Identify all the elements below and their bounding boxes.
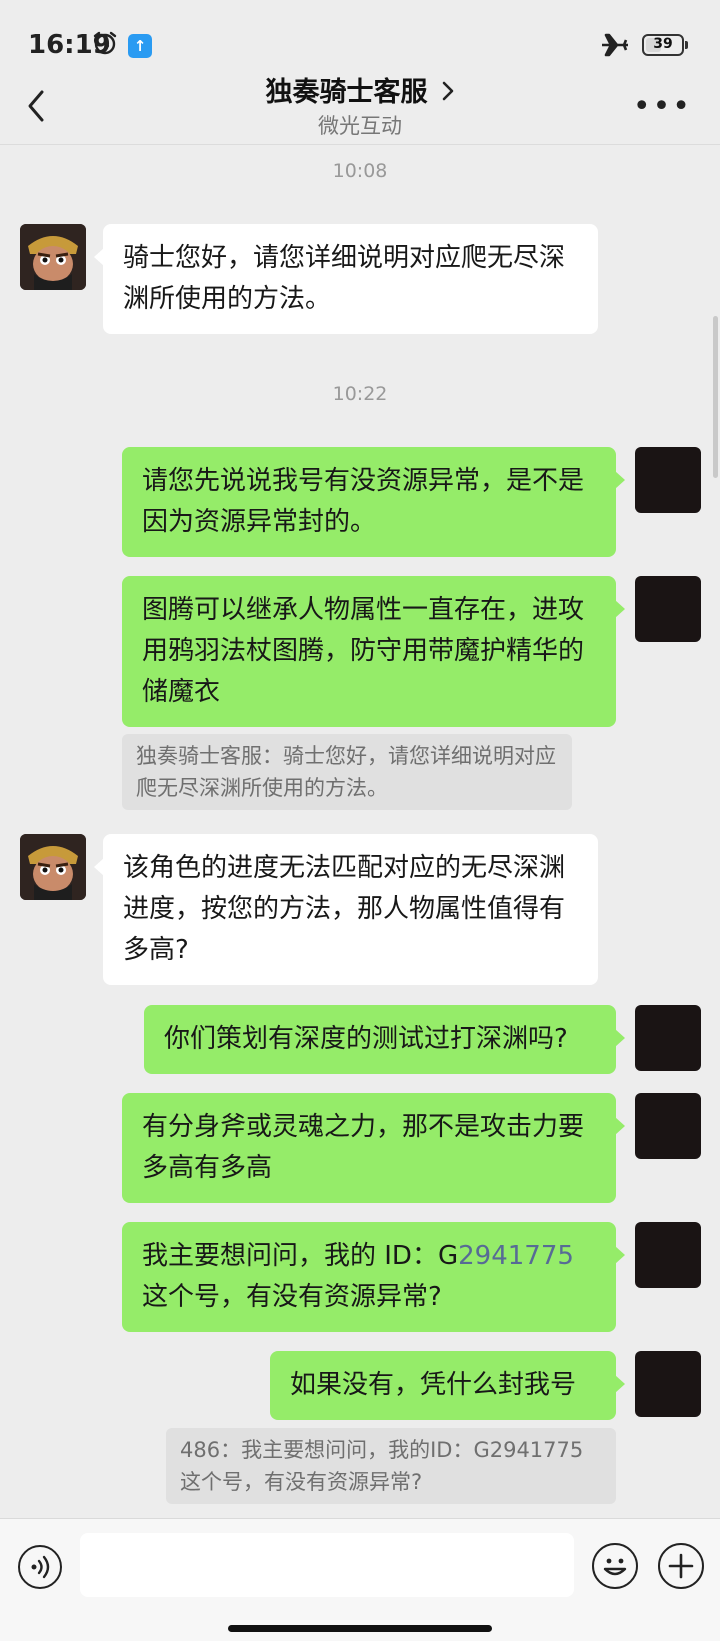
chat-subtitle: 微光互动 [318,114,402,138]
timestamp: 10:22 [332,383,388,405]
message-bubble-incoming[interactable]: 该角色的进度无法匹配对应的无尽深渊进度，按您的方法，那人物属性值得有多高? [94,834,598,985]
airplane-mode-icon [602,33,628,57]
alarm-clock-icon [93,31,117,55]
quoted-message[interactable]: 486：我主要想问问，我的ID：G2941775这个号，有没有资源异常? [166,1428,616,1504]
input-bar [0,1518,720,1641]
user-avatar[interactable] [635,1093,701,1159]
timestamp: 10:08 [332,160,388,182]
chat-header: 独奏骑士客服 微光互动 ••• [0,66,720,145]
agent-avatar[interactable] [20,834,86,900]
message-bubble-outgoing[interactable]: 有分身斧或灵魂之力，那不是攻击力要多高有多高 [122,1093,625,1203]
message-text: 我主要想问问，我的 ID：G [142,1241,459,1271]
user-avatar[interactable] [635,447,701,513]
more-options-icon[interactable]: ••• [633,92,692,122]
quoted-message[interactable]: 独奏骑士客服：骑士您好，请您详细说明对应爬无尽深渊所使用的方法。 [122,734,572,810]
message-bubble-outgoing[interactable]: 你们策划有深度的测试过打深渊吗? [144,1005,625,1074]
emoji-icon[interactable] [592,1543,638,1589]
user-avatar[interactable] [635,1005,701,1071]
message-bubble-outgoing[interactable]: 图腾可以继承人物属性一直存在，进攻用鸦羽法杖图腾，防守用带魔护精华的储魔衣 [122,576,625,727]
message-bubble-outgoing[interactable]: 我主要想问问，我的 ID：G2941775 这个号，有没有资源异常? [122,1222,625,1332]
message-text: 这个号，有没有资源异常? [142,1282,442,1312]
user-avatar[interactable] [635,1222,701,1288]
message-input[interactable] [80,1533,574,1597]
scrollbar[interactable] [713,316,718,478]
upload-notification-icon: ↑ [128,34,152,58]
chat-title[interactable]: 独奏骑士客服 [265,77,427,108]
battery-icon: 39 [642,34,688,56]
home-indicator[interactable] [228,1625,492,1632]
message-bubble-incoming[interactable]: 骑士您好，请您详细说明对应爬无尽深渊所使用的方法。 [94,224,598,334]
agent-avatar[interactable] [20,224,86,290]
user-avatar[interactable] [635,576,701,642]
id-link[interactable]: 2941775 [458,1241,574,1271]
user-avatar[interactable] [635,1351,701,1417]
message-bubble-outgoing[interactable]: 请您先说说我号有没资源异常，是不是因为资源异常封的。 [122,447,625,557]
plus-icon[interactable] [658,1543,704,1589]
chevron-right-icon[interactable] [441,80,455,102]
voice-input-icon[interactable] [18,1545,62,1589]
battery-level: 39 [653,36,673,52]
message-bubble-outgoing[interactable]: 如果没有，凭什么封我号 [270,1351,625,1420]
